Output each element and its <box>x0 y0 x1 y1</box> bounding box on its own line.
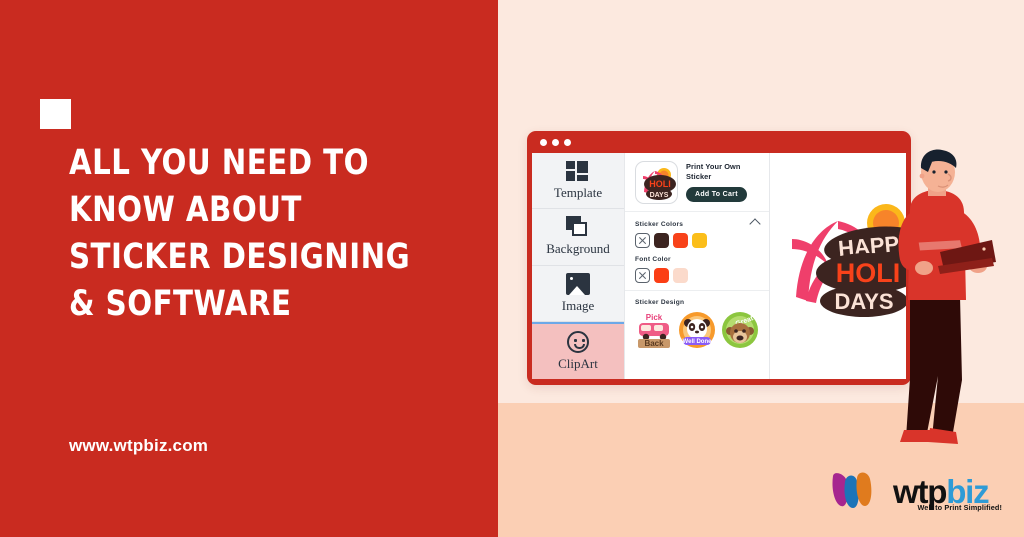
add-to-cart-button[interactable]: Add To Cart <box>686 187 747 202</box>
sidebar-item-label: ClipArt <box>558 355 598 371</box>
window-control-dots <box>540 139 571 146</box>
decorative-white-square <box>40 99 71 129</box>
sticker-design-monkey-great[interactable]: Great <box>721 311 759 349</box>
swatch-none[interactable] <box>635 268 650 283</box>
sticker-design-list: Pick Back Well Done Great <box>635 311 761 349</box>
product-info: Print Your Own Sticker Add To Cart <box>686 161 761 202</box>
monkey-sticker-icon: Great <box>722 312 758 348</box>
sticker-colors-label: Sticker Colors <box>635 220 684 228</box>
sidebar-item-label: Image <box>561 297 595 313</box>
browser-content: Template Background Image ClipArt HOLI D… <box>532 153 906 379</box>
sidebar-item-background[interactable]: Background <box>532 209 624 266</box>
svg-text:Well Done: Well Done <box>683 339 713 345</box>
website-url: www.wtpbiz.com <box>69 436 209 455</box>
swatch-dark-brown[interactable] <box>654 233 669 248</box>
page-title: ALL YOU NEED TO KNOW ABOUT STICKER DESIG… <box>69 140 441 328</box>
headline-line-2: KNOW ABOUT <box>69 190 302 230</box>
logo-tagline: Web to Print Simplified! <box>917 503 1002 512</box>
svg-text:Pick: Pick <box>646 313 663 322</box>
swatch-none[interactable] <box>635 233 650 248</box>
panda-sticker-icon: Well Done <box>679 312 715 348</box>
swatch-orange-red[interactable] <box>654 268 669 283</box>
sidebar-item-clipart[interactable]: ClipArt <box>532 321 624 379</box>
sticker-design-pick-back-van[interactable]: Pick Back <box>635 311 673 349</box>
sticker-design-label: Sticker Design <box>635 299 685 306</box>
window-dot-minimize-icon[interactable] <box>552 139 559 146</box>
swatch-golden-yellow[interactable] <box>692 233 707 248</box>
sticker-design-panda-well-done[interactable]: Well Done <box>678 311 716 349</box>
sidebar-item-template[interactable]: Template <box>532 153 624 210</box>
svg-text:HOLI: HOLI <box>649 179 671 189</box>
sticker-color-swatches <box>635 233 761 248</box>
swatch-orange-red[interactable] <box>673 233 688 248</box>
chevron-up-icon[interactable] <box>749 218 761 230</box>
van-sticker-icon: Pick Back <box>638 313 670 348</box>
svg-text:DAYS: DAYS <box>650 192 669 199</box>
svg-text:Back: Back <box>644 339 664 348</box>
background-icon <box>566 216 590 238</box>
wtpbiz-w-mark-icon <box>832 472 872 508</box>
font-color-label: Font Color <box>635 256 671 263</box>
headline-line-4: & SOFTWARE <box>69 284 292 324</box>
sidebar-item-label: Background <box>546 241 610 257</box>
window-dot-close-icon[interactable] <box>540 139 547 146</box>
sticker-design-section: Sticker Design Pick Back Well Done Great <box>625 291 769 356</box>
headline-line-3: STICKER DESIGNING <box>69 237 411 277</box>
man-holding-laptop-illustration <box>880 148 1000 448</box>
window-dot-maximize-icon[interactable] <box>564 139 571 146</box>
product-thumbnail[interactable]: HOLI DAYS <box>635 161 678 204</box>
poster-canvas: ALL YOU NEED TO KNOW ABOUT STICKER DESIG… <box>0 0 1024 537</box>
sticker-colors-header[interactable]: Sticker Colors <box>635 218 761 230</box>
design-options-panel: HOLI DAYS Print Your Own Sticker Add To … <box>624 153 770 379</box>
wtpbiz-logo: wtpbiz Web to Print Simplified! <box>829 470 1004 518</box>
colors-section: Sticker Colors Font Color <box>625 212 769 291</box>
product-summary: HOLI DAYS Print Your Own Sticker Add To … <box>635 161 761 204</box>
font-color-swatches <box>635 268 761 283</box>
template-icon <box>566 160 590 182</box>
product-title: Print Your Own Sticker <box>686 162 741 181</box>
editor-sidebar: Template Background Image ClipArt <box>532 153 624 379</box>
product-section: HOLI DAYS Print Your Own Sticker Add To … <box>625 153 769 212</box>
clipart-smiley-icon <box>567 330 589 353</box>
browser-title-bar <box>527 131 911 153</box>
browser-window-mockup: Template Background Image ClipArt HOLI D… <box>527 131 911 385</box>
swatch-pale-pink[interactable] <box>673 268 688 283</box>
happy-holidays-thumbnail-icon: HOLI DAYS <box>643 168 676 200</box>
image-icon <box>566 272 590 295</box>
sidebar-item-image[interactable]: Image <box>532 266 624 322</box>
sidebar-item-label: Template <box>553 185 603 201</box>
headline-line-1: ALL YOU NEED TO <box>69 143 369 183</box>
